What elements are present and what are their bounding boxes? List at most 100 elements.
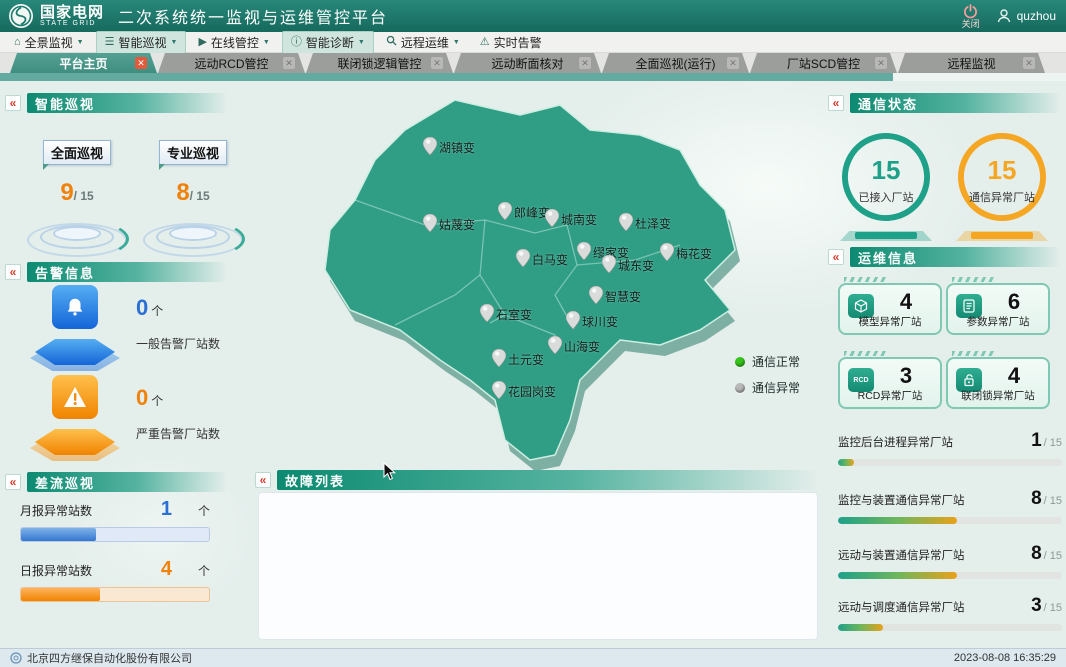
user-menu[interactable]: quzhou	[996, 8, 1056, 24]
telecontrol-device-comm-count: 8	[1031, 543, 1042, 565]
connected-stations-gauge: 15 已接入厂站	[838, 133, 934, 239]
comm-abnormal-dot	[735, 383, 745, 393]
username: quzhou	[1017, 9, 1056, 23]
list-icon: ☰	[105, 37, 115, 48]
user-icon	[996, 8, 1012, 24]
close-icon[interactable]: ✕	[431, 57, 443, 69]
map-station-label: 梅花变	[676, 245, 712, 262]
menu-item-realtime-alarm[interactable]: ⚠ 实时告警	[472, 32, 550, 53]
interlock-abnormal-count: 4	[986, 363, 1042, 389]
close-icon[interactable]: ✕	[135, 57, 147, 69]
full-inspection-widget[interactable]: 全面巡视 9/ 15	[22, 140, 132, 261]
map-pin[interactable]	[480, 304, 494, 322]
map-pin[interactable]	[498, 202, 512, 220]
region-map: 通信正常 通信异常 湖镇变姑蔑变郎峰变城南变杜泽变白马变缪家变城东变梅花变智慧变…	[235, 85, 820, 475]
tab-section-check[interactable]: 远动断面核对✕	[454, 53, 601, 73]
map-pin[interactable]	[548, 336, 562, 354]
tab-remote-monitor[interactable]: 远程监视✕	[898, 53, 1045, 73]
page-title: 二次系统统一监视与运维管控平台	[118, 4, 388, 28]
map-station-label: 智慧变	[605, 288, 641, 305]
double-left-arrow-icon: «	[5, 264, 21, 280]
comm-abnormal-label: 通信异常厂站	[950, 189, 1054, 205]
daily-abnormal-count: 4	[161, 558, 172, 581]
map-legend: 通信正常 通信异常	[735, 353, 800, 405]
special-inspection-count: 8	[176, 179, 189, 206]
close-icon[interactable]: ✕	[579, 57, 591, 69]
map-pin[interactable]	[577, 242, 591, 260]
menu-item-smart-inspection[interactable]: ☰ 智能巡视▼	[96, 31, 187, 54]
special-inspection-widget[interactable]: 专业巡视 8/ 15	[138, 140, 248, 261]
menu-item-online-control[interactable]: ▶ 在线管控▼	[190, 32, 277, 53]
map-station-label: 土元变	[508, 351, 544, 368]
home-icon: ⌂	[14, 37, 21, 48]
close-button[interactable]: 关闭	[962, 4, 980, 29]
brand-cn: 国家电网	[40, 5, 104, 20]
connected-stations-count: 15	[848, 155, 924, 186]
monitor-device-comm-count: 8	[1031, 488, 1042, 510]
interlock-abnormal-card[interactable]: 4 联闭锁异常厂站	[946, 357, 1050, 409]
map-pin[interactable]	[566, 311, 580, 329]
map-pin[interactable]	[619, 213, 633, 231]
chevron-down-icon: ▼	[263, 39, 270, 46]
bell-icon	[52, 285, 98, 329]
severe-alarm-count: 0	[136, 385, 148, 410]
map-pin[interactable]	[423, 214, 437, 232]
double-left-arrow-icon: «	[5, 474, 21, 490]
company-name: 北京四方继保自动化股份有限公司	[27, 650, 192, 666]
tab-scd-control[interactable]: 厂站SCD管控✕	[750, 53, 897, 73]
full-inspection-count: 9	[60, 179, 73, 206]
map-pin[interactable]	[602, 255, 616, 273]
tab-interlock-logic[interactable]: 联闭锁逻辑管控✕	[306, 53, 453, 73]
double-left-arrow-icon: «	[5, 95, 21, 111]
warning-triangle-icon	[52, 375, 98, 419]
map-pin[interactable]	[660, 243, 674, 261]
menu-item-remote-ops[interactable]: 远程运维▼	[378, 32, 468, 53]
rcd-abnormal-card[interactable]: RCD 3 RCD异常厂站	[838, 357, 942, 409]
telecontrol-dispatch-comm-count: 3	[1031, 595, 1042, 617]
double-left-arrow-icon: «	[828, 95, 844, 111]
map-pin[interactable]	[516, 249, 530, 267]
chevron-down-icon: ▼	[453, 39, 460, 46]
comm-abnormal-gauge: 15 通信异常厂站	[954, 133, 1050, 239]
map-station-label: 城南变	[561, 211, 597, 228]
comm-abnormal-count: 15	[964, 155, 1040, 186]
close-icon[interactable]: ✕	[283, 57, 295, 69]
close-icon[interactable]: ✕	[875, 57, 887, 69]
fault-list-panel[interactable]	[258, 492, 818, 640]
info-icon: ⓘ	[291, 37, 302, 48]
map-pin[interactable]	[423, 137, 437, 155]
tab-rcd-control[interactable]: 远动RCD管控✕	[158, 53, 305, 73]
map-pin[interactable]	[545, 209, 559, 227]
full-inspection-tag: 全面巡视	[43, 140, 111, 165]
menu-item-panorama[interactable]: ⌂ 全景监视▼	[6, 32, 92, 53]
map-pin[interactable]	[589, 286, 603, 304]
severe-alarm-label: 严重告警厂站数	[136, 425, 220, 442]
company-logo	[10, 652, 22, 664]
model-abnormal-card[interactable]: 4 模型异常厂站	[838, 283, 942, 335]
close-icon[interactable]: ✕	[727, 57, 739, 69]
close-icon[interactable]: ✕	[1023, 57, 1035, 69]
monitor-device-comm-bar	[838, 517, 1062, 524]
monitor-process-row: 监控后台进程异常厂站 1 / 15	[838, 430, 1062, 466]
menu-item-smart-diagnosis[interactable]: ⓘ 智能诊断▼	[282, 31, 374, 54]
map-pin[interactable]	[492, 349, 506, 367]
section-alarm-info-header: « 告警信息	[5, 262, 227, 282]
brand-en: STATE GRID	[40, 20, 104, 27]
monthly-report-row: 月报异常站数 1 个	[20, 498, 210, 542]
map-station-label: 花园岗变	[508, 383, 556, 400]
telecontrol-device-comm-bar	[838, 572, 1062, 579]
parameter-abnormal-card[interactable]: 6 参数异常厂站	[946, 283, 1050, 335]
dashboard-page: 国家电网 STATE GRID 二次系统统一监视与运维管控平台 关闭 quzho…	[0, 0, 1066, 667]
daily-progress-bar	[20, 587, 210, 602]
section-comm-status-header: « 通信状态	[828, 93, 1060, 113]
chevron-down-icon: ▼	[171, 39, 178, 46]
telecontrol-dispatch-comm-bar	[838, 624, 1062, 631]
map-pin[interactable]	[492, 381, 506, 399]
tab-full-inspection[interactable]: 全面巡视(运行)✕	[602, 53, 749, 73]
connected-stations-label: 已接入厂站	[834, 189, 938, 205]
map-station-label: 城东变	[618, 257, 654, 274]
monitor-process-count: 1	[1031, 430, 1042, 452]
section-ops-info-header: « 运维信息	[828, 247, 1060, 267]
parameter-abnormal-count: 6	[986, 289, 1042, 315]
tab-platform-home[interactable]: 平台主页✕	[10, 53, 157, 73]
